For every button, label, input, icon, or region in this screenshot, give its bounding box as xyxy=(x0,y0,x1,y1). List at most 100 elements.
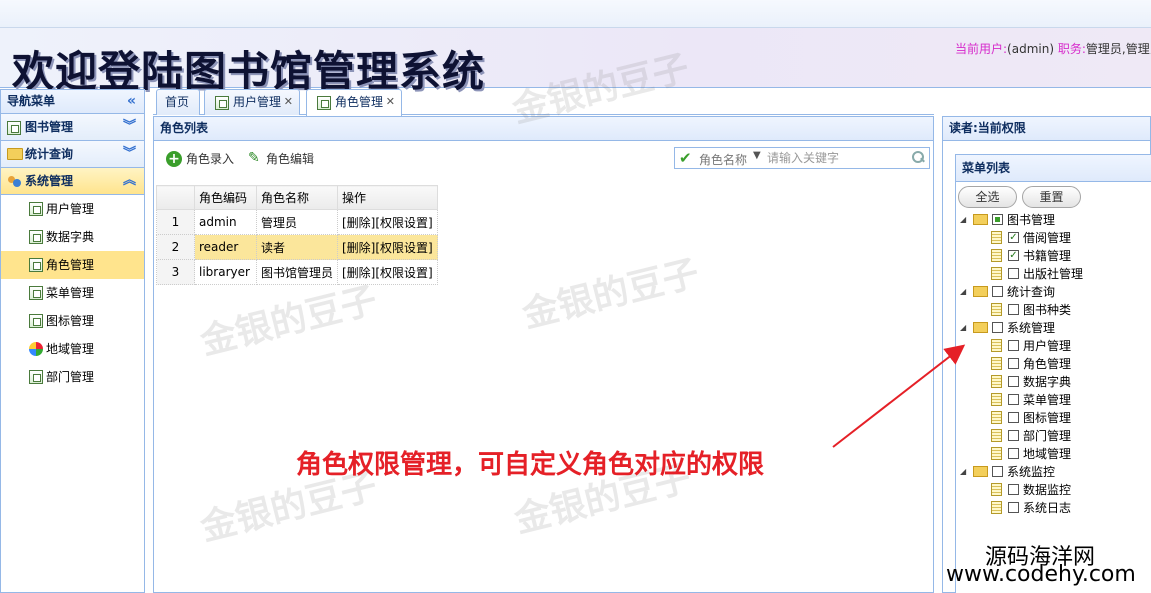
column-header-name[interactable]: 角色名称 xyxy=(256,185,338,210)
role-ops-links[interactable]: [删除][权限设置] xyxy=(337,259,438,285)
tree-node-label: 系统管理 xyxy=(1007,321,1056,335)
tree-node-label: 部门管理 xyxy=(1023,429,1072,443)
page-icon xyxy=(991,339,1002,352)
tree-checkbox[interactable] xyxy=(1008,484,1019,495)
role-ops-links[interactable]: [删除][权限设置] xyxy=(337,234,438,260)
expand-arrow-icon[interactable]: ◢ xyxy=(960,283,966,301)
menu-list-title: 菜单列表 xyxy=(962,161,1011,175)
column-header-code[interactable]: 角色编码 xyxy=(194,185,257,210)
add-role-button[interactable]: + 角色录入 xyxy=(166,150,234,168)
tree-checkbox[interactable] xyxy=(992,322,1003,333)
tree-node-books[interactable]: ◢ 图书管理 xyxy=(956,211,1151,229)
tree-checkbox[interactable] xyxy=(992,286,1003,297)
edit-role-button[interactable]: ✎ 角色编辑 xyxy=(246,150,314,168)
close-icon[interactable]: ✕ xyxy=(284,90,293,114)
tree-node-book-category[interactable]: 图书种类 xyxy=(956,301,1151,319)
folder-icon xyxy=(973,214,988,225)
folder-icon xyxy=(973,466,988,477)
double-chevron-down-icon[interactable]: ︾ xyxy=(123,141,136,167)
table-row[interactable]: 2 reader 读者 [删除][权限设置] xyxy=(156,234,438,260)
nav-item-data-dictionary[interactable]: 数据字典 xyxy=(1,223,144,251)
site-url: www.codehy.com xyxy=(946,562,1136,587)
tab-bar: 首页 用户管理 ✕ 角色管理 ✕ xyxy=(153,89,934,116)
table-row[interactable]: 1 admin 管理员 [删除][权限设置] xyxy=(156,209,438,235)
tree-checkbox[interactable] xyxy=(1008,376,1019,387)
tree-node-data-dict[interactable]: 数据字典 xyxy=(956,373,1151,391)
column-header-ops[interactable]: 操作 xyxy=(337,185,438,210)
table-row[interactable]: 3 libraryer 图书馆管理员 [删除][权限设置] xyxy=(156,259,438,285)
nav-section-stats[interactable]: 统计查询 ︾ xyxy=(1,141,144,168)
book-icon xyxy=(7,121,21,135)
caret-down-icon[interactable]: ▼ xyxy=(753,150,761,161)
tree-checkbox[interactable] xyxy=(1008,412,1019,423)
expand-arrow-icon[interactable]: ◢ xyxy=(960,463,966,481)
tree-checkbox[interactable] xyxy=(1008,430,1019,441)
page-icon xyxy=(991,357,1002,370)
tree-checkbox-partial[interactable] xyxy=(992,214,1003,225)
double-chevron-left-icon[interactable]: « xyxy=(127,90,136,113)
role-name: 管理员 xyxy=(256,209,338,235)
page-icon xyxy=(29,230,43,244)
tree-node-stats[interactable]: ◢ 统计查询 xyxy=(956,283,1151,301)
tab-user-management[interactable]: 用户管理 ✕ xyxy=(204,89,300,115)
nav-item-region-management[interactable]: 地域管理 xyxy=(1,335,144,363)
tree-node-monitor[interactable]: ◢ 系统监控 xyxy=(956,463,1151,481)
nav-item-label: 菜单管理 xyxy=(46,286,95,300)
tree-checkbox-checked[interactable]: ✓ xyxy=(1008,250,1019,261)
tree-checkbox[interactable] xyxy=(1008,394,1019,405)
tree-node-user-manage[interactable]: 用户管理 xyxy=(956,337,1151,355)
close-icon[interactable]: ✕ xyxy=(386,90,395,114)
select-all-button[interactable]: 全选 xyxy=(958,186,1017,208)
page-icon xyxy=(991,411,1002,424)
tree-node-icon-manage[interactable]: 图标管理 xyxy=(956,409,1151,427)
tab-home[interactable]: 首页 xyxy=(156,89,200,115)
tree-node-label: 出版社管理 xyxy=(1023,267,1084,281)
nav-item-department-management[interactable]: 部门管理 xyxy=(1,363,144,391)
tree-node-borrow[interactable]: ✓ 借阅管理 xyxy=(956,229,1151,247)
tree-checkbox-checked[interactable]: ✓ xyxy=(1008,232,1019,243)
page-icon xyxy=(991,249,1002,262)
tree-node-label: 借阅管理 xyxy=(1023,231,1072,245)
page-icon xyxy=(991,429,1002,442)
nav-item-icon-management[interactable]: 图标管理 xyxy=(1,307,144,335)
reset-button[interactable]: 重置 xyxy=(1022,186,1081,208)
tree-node-role-manage[interactable]: 角色管理 xyxy=(956,355,1151,373)
tree-node-region-manage[interactable]: 地域管理 xyxy=(956,445,1151,463)
double-chevron-up-icon[interactable]: ︽ xyxy=(123,168,136,194)
tree-node-label: 图书管理 xyxy=(1007,213,1056,227)
tab-role-management[interactable]: 角色管理 ✕ xyxy=(306,89,402,116)
tree-checkbox[interactable] xyxy=(1008,358,1019,369)
expand-arrow-icon[interactable]: ◢ xyxy=(960,319,966,337)
tree-node-book-manage[interactable]: ✓ 书籍管理 xyxy=(956,247,1151,265)
expand-arrow-icon[interactable]: ◢ xyxy=(960,211,966,229)
role-search-box: ✔ 角色名称 ▼ xyxy=(674,147,930,169)
nav-item-role-management[interactable]: 角色管理 xyxy=(1,251,144,279)
tree-checkbox[interactable] xyxy=(1008,448,1019,459)
nav-item-user-management[interactable]: 用户管理 xyxy=(1,195,144,223)
tree-checkbox[interactable] xyxy=(1008,304,1019,315)
tree-checkbox[interactable] xyxy=(1008,340,1019,351)
tree-checkbox[interactable] xyxy=(1008,268,1019,279)
tree-node-dept-manage[interactable]: 部门管理 xyxy=(956,427,1151,445)
tree-node-data-monitor[interactable]: 数据监控 xyxy=(956,481,1151,499)
search-input[interactable] xyxy=(767,150,907,166)
edit-role-label: 角色编辑 xyxy=(266,152,315,166)
users-icon xyxy=(7,175,23,189)
tree-node-system[interactable]: ◢ 系统管理 xyxy=(956,319,1151,337)
user-label: 当前用户: xyxy=(955,42,1008,56)
role-ops-links[interactable]: [删除][权限设置] xyxy=(337,209,438,235)
add-role-label: 角色录入 xyxy=(186,152,235,166)
search-icon[interactable] xyxy=(911,150,925,164)
permission-title-bar: 读者:当前权限 xyxy=(943,117,1150,141)
search-field-select[interactable]: 角色名称 xyxy=(699,151,747,168)
double-chevron-down-icon[interactable]: ︾ xyxy=(123,114,136,140)
tree-node-menu-manage[interactable]: 菜单管理 xyxy=(956,391,1151,409)
nav-section-system[interactable]: 系统管理 ︽ xyxy=(1,168,144,195)
tree-checkbox[interactable] xyxy=(992,466,1003,477)
tree-node-system-log[interactable]: 系统日志 xyxy=(956,499,1151,517)
tree-node-publisher[interactable]: 出版社管理 xyxy=(956,265,1151,283)
tree-checkbox[interactable] xyxy=(1008,502,1019,513)
user-value: (admin) xyxy=(1007,42,1055,56)
nav-item-menu-management[interactable]: 菜单管理 xyxy=(1,279,144,307)
nav-section-books[interactable]: 图书管理 ︾ xyxy=(1,114,144,141)
